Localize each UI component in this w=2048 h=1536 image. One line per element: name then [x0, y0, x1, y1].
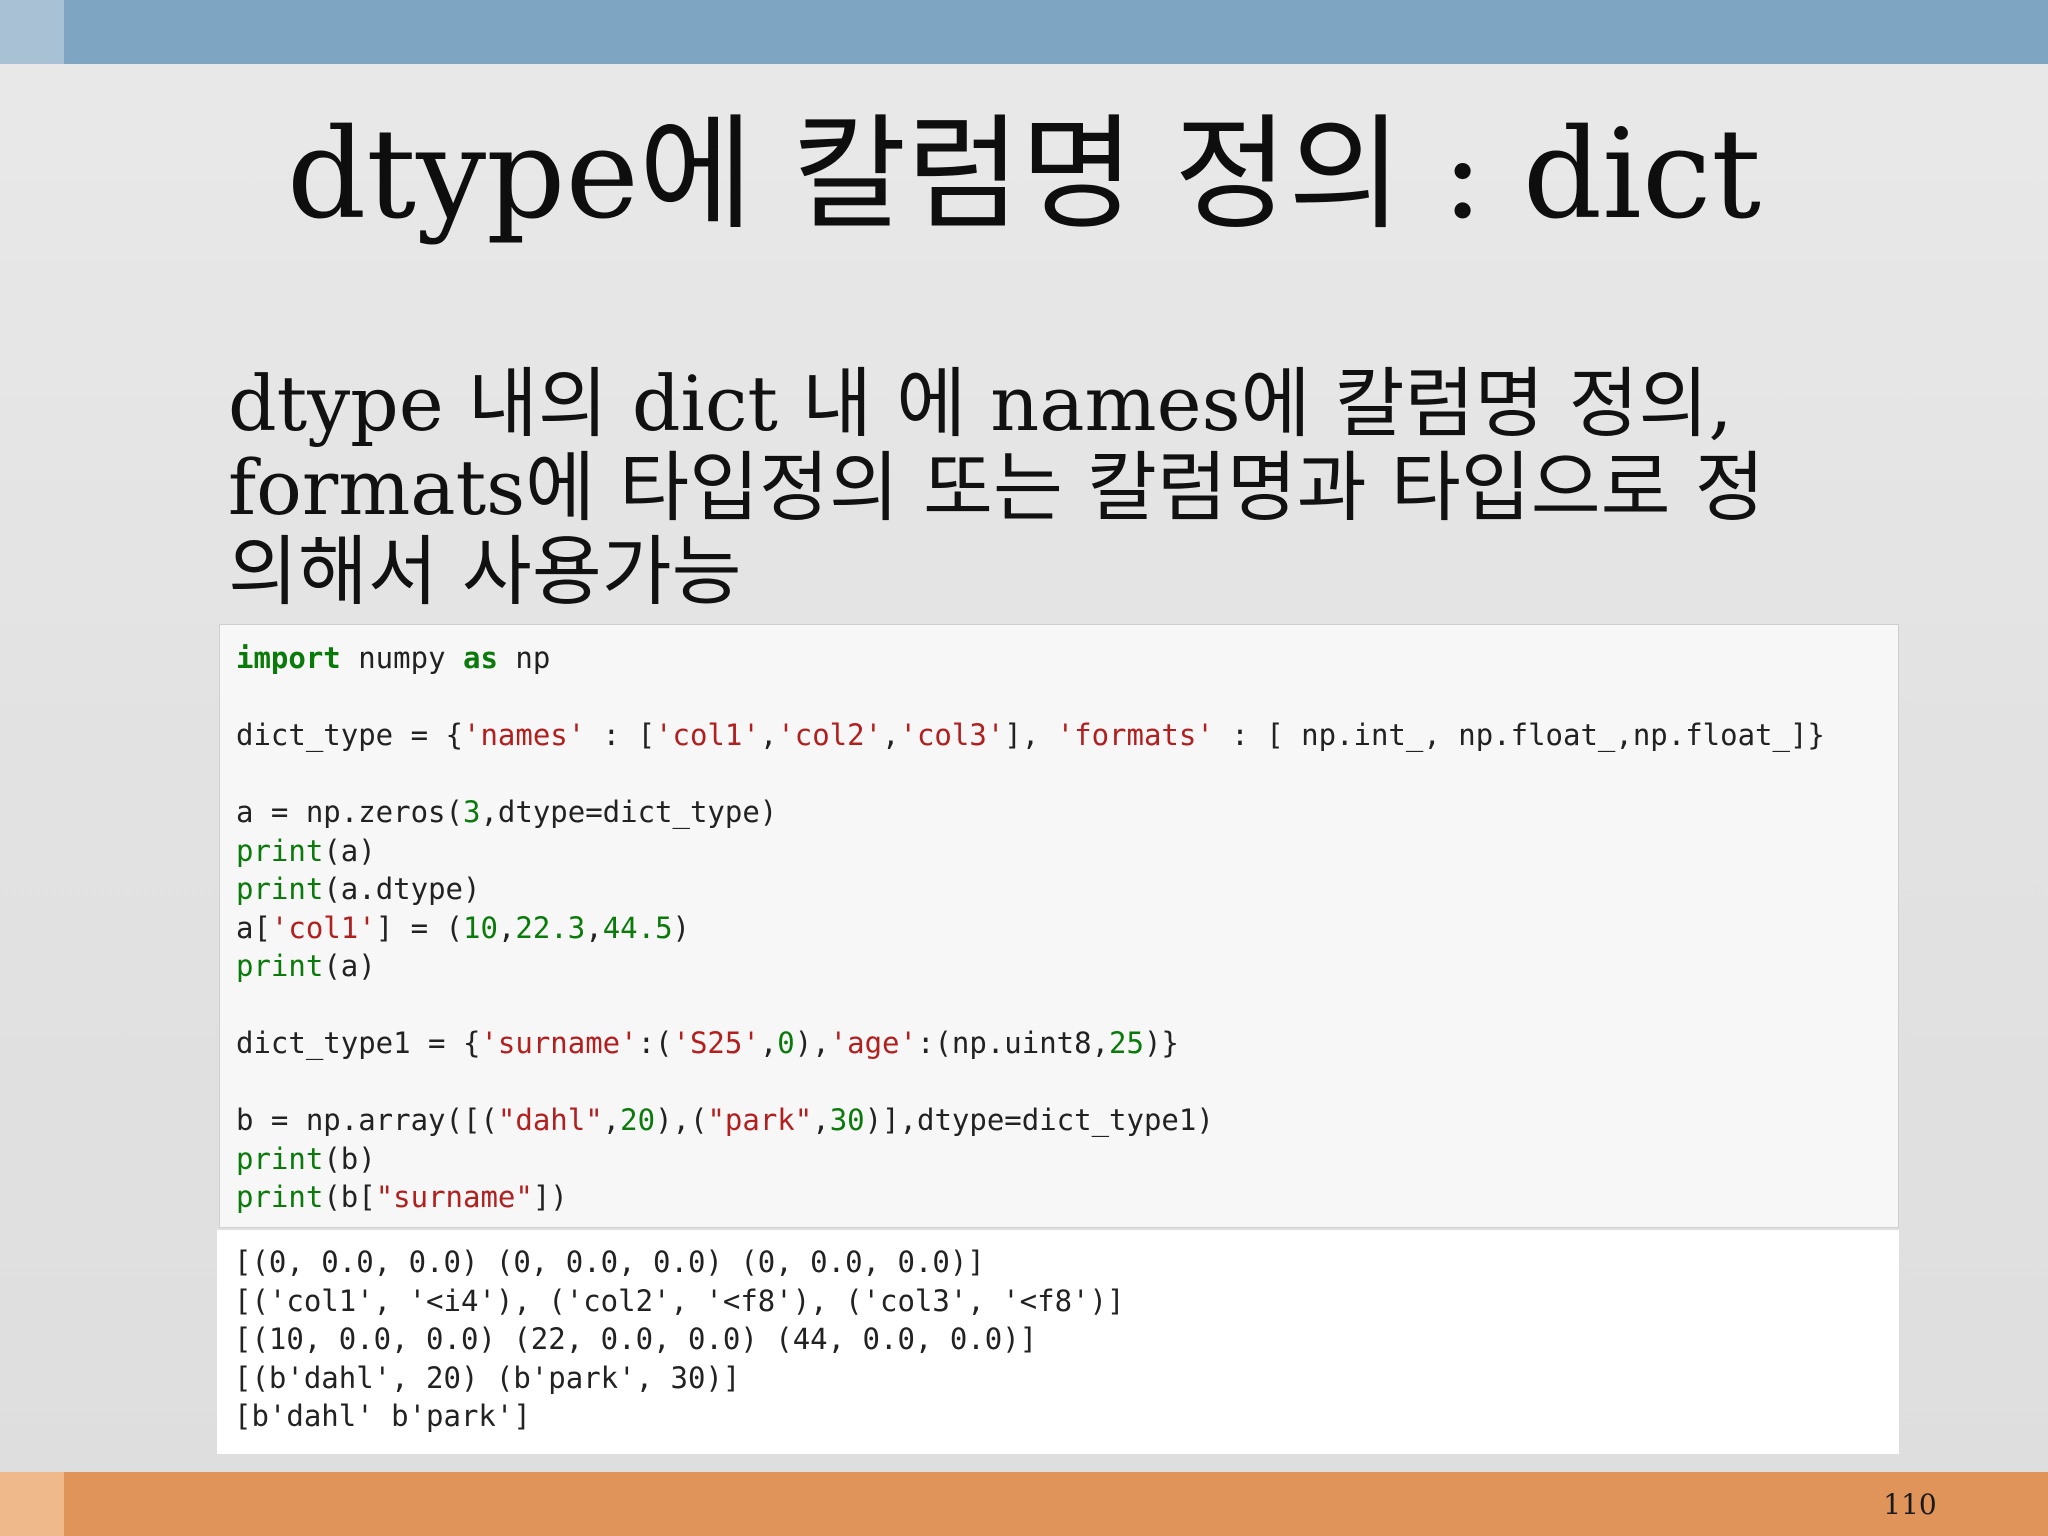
- code-line-8: dict_type1 = {'surname':('S25',0),'age':…: [236, 1026, 1179, 1060]
- output-line: [(b'dahl', 20) (b'park', 30)]: [234, 1360, 741, 1395]
- code-line-1: import numpy as np: [236, 641, 551, 675]
- code-line-2: dict_type = {'names' : ['col1','col2','c…: [236, 718, 1825, 752]
- code-line-4: print(a): [236, 833, 376, 868]
- bottom-banner-accent: [0, 1472, 64, 1536]
- output-line: [(0, 0.0, 0.0) (0, 0.0, 0.0) (0, 0.0, 0.…: [234, 1245, 985, 1279]
- code-line-9: b = np.array([("dahl",20),("park",30)],d…: [236, 1103, 1214, 1137]
- top-banner-accent: [0, 0, 64, 64]
- code-line-10: print(b): [236, 1141, 376, 1176]
- code-block: import numpy as np dict_type = {'names' …: [236, 639, 1825, 1217]
- output-block: [(0, 0.0, 0.0) (0, 0.0, 0.0) (0, 0.0, 0.…: [234, 1243, 1124, 1436]
- code-line-7: print(a): [236, 949, 376, 983]
- output-cell: [(0, 0.0, 0.0) (0, 0.0, 0.0) (0, 0.0, 0.…: [217, 1230, 1899, 1454]
- code-line-3: a = np.zeros(3,dtype=dict_type): [236, 795, 778, 829]
- slide-body-text: dtype 내의 dict 내 에 names에 칼럼명 정의, formats…: [228, 362, 1948, 614]
- slide-title: dtype에 칼럼명 정의 : dict: [286, 103, 1762, 247]
- output-line: [b'dahl' b'park']: [234, 1399, 531, 1433]
- code-line-6: a['col1'] = (10,22.3,44.5): [236, 910, 691, 945]
- body-line: dtype 내의 dict 내 에 names에 칼럼명 정의,: [228, 359, 1733, 448]
- code-line-5: print(a.dtype): [236, 872, 481, 906]
- top-banner: [0, 0, 2048, 64]
- body-line: formats에 타입정의 또는 칼럼명과 타입으로 정: [228, 443, 1765, 532]
- page-number: 110: [1883, 1488, 1937, 1521]
- body-line: 의해서 사용가능: [228, 527, 742, 616]
- output-line: [(10, 0.0, 0.0) (22, 0.0, 0.0) (44, 0.0,…: [234, 1322, 1038, 1356]
- code-line-11: print(b["surname"]): [236, 1180, 568, 1214]
- code-cell: import numpy as np dict_type = {'names' …: [219, 624, 1899, 1228]
- bottom-banner: [0, 1472, 2048, 1536]
- output-line: [('col1', '<i4'), ('col2', '<f8'), ('col…: [234, 1283, 1125, 1318]
